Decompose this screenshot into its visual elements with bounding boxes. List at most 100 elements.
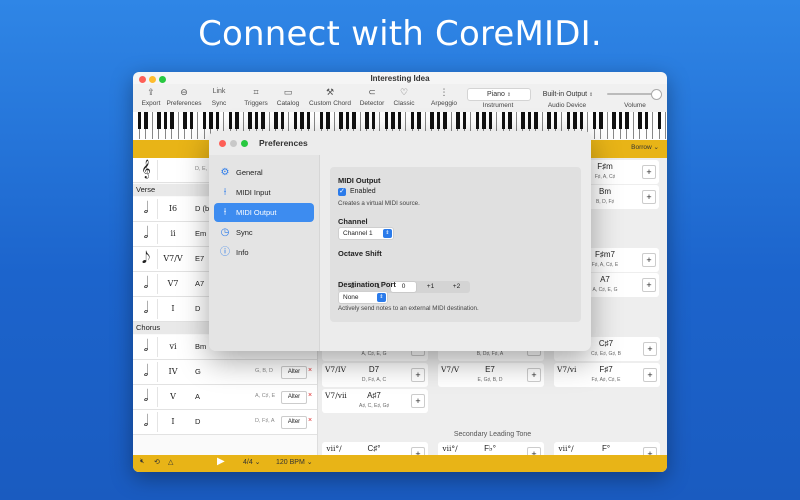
alter-button[interactable]: Alter xyxy=(281,416,307,429)
chord-card[interactable]: V7/V E7 E, G♯, B, D + xyxy=(438,363,544,387)
black-key[interactable] xyxy=(527,112,532,129)
sidebar-item-general[interactable]: ⚙ General xyxy=(214,163,314,182)
sidebar-item-midi-output[interactable]: ⍿ MIDI Output xyxy=(214,203,314,222)
add-chord-button[interactable]: + xyxy=(642,253,656,267)
black-key[interactable] xyxy=(254,112,259,129)
black-key[interactable] xyxy=(391,112,395,129)
black-key[interactable] xyxy=(326,112,330,129)
black-key[interactable] xyxy=(144,112,148,129)
add-chord-button[interactable]: + xyxy=(643,368,657,382)
sync-button[interactable]: Link Sync xyxy=(206,86,232,107)
volume-slider-knob[interactable] xyxy=(651,89,662,100)
export-button[interactable]: ⇪ Export xyxy=(139,86,163,107)
black-key[interactable] xyxy=(371,112,376,129)
note-duration-icon[interactable]: 𝅗𝅥 xyxy=(135,199,158,219)
black-key[interactable] xyxy=(319,112,324,129)
black-key[interactable] xyxy=(293,112,298,129)
add-chord-button[interactable]: + xyxy=(411,394,425,408)
note-duration-icon[interactable]: 𝅘𝅥𝅮 xyxy=(135,249,158,269)
octave-option[interactable]: +2 xyxy=(444,282,469,292)
time-signature[interactable]: 4/4 ⌄ xyxy=(243,458,261,466)
custom-chord-button[interactable]: ⚒ Custom Chord xyxy=(307,86,353,107)
note-duration-icon[interactable]: 𝅗𝅥 xyxy=(135,274,158,294)
black-key[interactable] xyxy=(443,112,447,129)
black-key[interactable] xyxy=(352,112,356,129)
note-duration-icon[interactable]: 𝅗𝅥 xyxy=(135,387,158,407)
black-key[interactable] xyxy=(436,112,441,129)
progression-row[interactable]: 𝅗𝅥 IV G G, B, D Alter × xyxy=(133,360,317,385)
mute-icon[interactable]: 🔇︎ xyxy=(140,458,144,466)
black-key[interactable] xyxy=(657,112,662,129)
black-key[interactable] xyxy=(215,112,220,129)
black-key[interactable] xyxy=(534,112,538,129)
black-key[interactable] xyxy=(235,112,239,129)
black-key[interactable] xyxy=(228,112,233,129)
black-key[interactable] xyxy=(202,112,207,129)
dialog-zoom-button[interactable] xyxy=(241,140,248,147)
add-chord-button[interactable]: + xyxy=(411,368,425,382)
black-key[interactable] xyxy=(625,112,629,129)
note-duration-icon[interactable]: 𝅗𝅥 xyxy=(135,337,158,357)
black-key[interactable] xyxy=(553,112,558,129)
metronome-icon[interactable]: △ xyxy=(168,458,173,466)
black-key[interactable] xyxy=(345,112,350,129)
note-duration-icon[interactable]: 𝅗𝅥 xyxy=(135,362,158,382)
black-key[interactable] xyxy=(417,112,421,129)
black-key[interactable] xyxy=(475,112,480,129)
black-key[interactable] xyxy=(579,112,584,129)
black-key[interactable] xyxy=(521,112,525,129)
arpeggio-button[interactable]: ⋮ Arpeggio xyxy=(428,86,460,107)
loop-icon[interactable]: ⟲ xyxy=(154,458,160,466)
play-icon[interactable]: ▶ xyxy=(217,456,225,467)
octave-option[interactable]: +1 xyxy=(418,282,443,292)
black-key[interactable] xyxy=(300,112,304,129)
chord-card[interactable]: V7/vi F♯7 F♯, A♯, C♯, E + xyxy=(554,363,660,387)
black-key[interactable] xyxy=(482,112,486,129)
triggers-button[interactable]: ⌗ Triggers xyxy=(242,86,270,107)
black-key[interactable] xyxy=(384,112,389,129)
classic-button[interactable]: ♡ Classic xyxy=(391,86,417,107)
sidebar-item-info[interactable]: ⓘ Info xyxy=(214,243,314,262)
sidebar-item-sync[interactable]: ◷ Sync xyxy=(214,223,314,242)
black-key[interactable] xyxy=(306,112,311,129)
black-key[interactable] xyxy=(508,112,512,129)
black-key[interactable] xyxy=(456,112,460,129)
instrument-select[interactable]: Piano ⇕ xyxy=(467,88,531,101)
black-key[interactable] xyxy=(430,112,434,129)
black-key[interactable] xyxy=(501,112,506,129)
black-key[interactable] xyxy=(644,112,649,129)
add-chord-button[interactable]: + xyxy=(642,190,656,204)
black-key[interactable] xyxy=(573,112,577,129)
black-key[interactable] xyxy=(280,112,285,129)
add-chord-button[interactable]: + xyxy=(527,368,541,382)
black-key[interactable] xyxy=(638,112,642,129)
catalog-button[interactable]: ▭ Catalog xyxy=(274,86,302,107)
progression-row[interactable]: 𝅗𝅥 V A A, C♯, E Alter × xyxy=(133,385,317,410)
black-key[interactable] xyxy=(365,112,369,129)
borrow-menu[interactable]: Borrow ⌄ xyxy=(631,143,659,151)
tempo-control[interactable]: 120 BPM ⌄ xyxy=(276,458,313,466)
black-key[interactable] xyxy=(209,112,213,129)
black-key[interactable] xyxy=(599,112,603,129)
black-key[interactable] xyxy=(157,112,161,129)
remove-icon[interactable]: × xyxy=(308,367,312,374)
black-key[interactable] xyxy=(612,112,616,129)
black-key[interactable] xyxy=(410,112,415,129)
black-key[interactable] xyxy=(163,112,168,129)
chord-card[interactable]: V7/IV D7 D, F♯, A, C + xyxy=(322,363,428,387)
audio-device-select[interactable]: Built-in Output ⇕ xyxy=(535,88,601,101)
progression-row[interactable]: 𝅗𝅥 I D D, F♯, A Alter × xyxy=(133,410,317,435)
black-key[interactable] xyxy=(189,112,194,129)
black-key[interactable] xyxy=(248,112,252,129)
note-duration-icon[interactable]: 𝅗𝅥 xyxy=(135,412,158,432)
black-key[interactable] xyxy=(183,112,187,129)
alter-button[interactable]: Alter xyxy=(281,366,307,379)
note-duration-icon[interactable]: 𝅗𝅥 xyxy=(135,224,158,244)
add-chord-button[interactable]: + xyxy=(643,342,657,356)
remove-icon[interactable]: × xyxy=(308,417,312,424)
note-duration-icon[interactable]: 𝅗𝅥 xyxy=(135,299,158,319)
black-key[interactable] xyxy=(592,112,597,129)
black-key[interactable] xyxy=(261,112,265,129)
black-key[interactable] xyxy=(339,112,343,129)
sidebar-item-midi-input[interactable]: ⍿ MIDI Input xyxy=(214,183,314,202)
